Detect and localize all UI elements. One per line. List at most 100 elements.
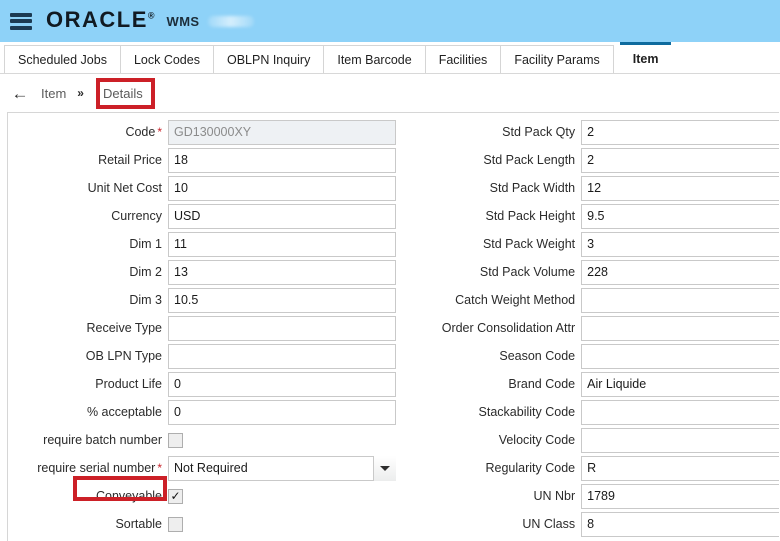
details-form-panel: Code*Retail PriceUnit Net CostCurrencyDi…	[7, 112, 779, 541]
field-label-dim-3: Dim 3	[8, 294, 168, 307]
input-un-class[interactable]	[581, 511, 779, 537]
tab-label: Facility Params	[514, 52, 600, 67]
label-text: Sortable	[115, 516, 162, 531]
input-std-pack-qty[interactable]	[581, 119, 779, 145]
form-row-retail-price: Retail Price	[8, 147, 398, 173]
input-regularity-code[interactable]	[581, 455, 779, 481]
form-row-unit-net-cost: Unit Net Cost	[8, 175, 398, 201]
field-label-dim-1: Dim 1	[8, 238, 168, 251]
input-catch-weight-method[interactable]	[581, 287, 779, 313]
form-row-dim-3: Dim 3	[8, 287, 398, 313]
label-text: Brand Code	[508, 376, 576, 391]
input-std-pack-weight[interactable]	[581, 231, 779, 257]
input-velocity-code[interactable]	[581, 427, 779, 453]
input-std-pack-volume[interactable]	[581, 259, 779, 285]
label-text: Dim 2	[129, 264, 162, 279]
field-label-sortable: Sortable	[8, 518, 168, 531]
checkbox-conveyable[interactable]: ✓	[168, 488, 183, 504]
tab-facility-params[interactable]: Facility Params	[501, 45, 614, 73]
field-label-std-pack-width: Std Pack Width	[401, 182, 581, 195]
input-brand-code[interactable]	[581, 371, 779, 397]
form-row-std-pack-length: Std Pack Length	[401, 147, 779, 173]
form-row-sortable: Sortable	[8, 511, 398, 537]
label-text: Currency	[111, 208, 162, 223]
form-row-conveyable: Conveyable ✓	[8, 483, 398, 509]
input-retail-price[interactable]	[168, 147, 396, 173]
form-row-catch-weight-method: Catch Weight Method	[401, 287, 779, 313]
input-un-nbr[interactable]	[581, 483, 779, 509]
input-acceptable[interactable]	[168, 399, 396, 425]
field-label-std-pack-length: Std Pack Length	[401, 154, 581, 167]
label-text: Std Pack Weight	[482, 236, 576, 251]
form-row-std-pack-qty: Std Pack Qty	[401, 119, 779, 145]
tab-label: Item	[632, 52, 659, 66]
breadcrumb-item-details[interactable]: Details	[98, 85, 148, 102]
input-std-pack-length[interactable]	[581, 147, 779, 173]
label-text: Unit Net Cost	[87, 180, 162, 195]
tab-item-barcode[interactable]: Item Barcode	[324, 45, 426, 73]
form-row-require-serial-number: require serial number * Not Required	[8, 455, 398, 481]
form-row-un-nbr: UN Nbr	[401, 483, 779, 509]
label-text: Dim 3	[129, 292, 162, 307]
label-text: require batch number	[43, 432, 162, 447]
field-label-unit-net-cost: Unit Net Cost	[8, 182, 168, 195]
field-label-currency: Currency	[8, 210, 168, 223]
tab-lock-codes[interactable]: Lock Codes	[120, 45, 214, 73]
checkbox-require-batch-number[interactable]	[168, 432, 183, 448]
form-row-require-batch-number: require batch number	[8, 427, 398, 453]
input-dim-3[interactable]	[168, 287, 396, 313]
hamburger-menu-icon[interactable]	[10, 12, 32, 30]
field-label-require-serial-number: require serial number *	[8, 462, 168, 475]
label-text: Catch Weight Method	[455, 292, 576, 307]
breadcrumb-item-item[interactable]: Item	[41, 86, 66, 101]
label-text: UN Class	[522, 516, 576, 531]
input-ob-lpn-type[interactable]	[168, 343, 396, 369]
field-label-season-code: Season Code	[401, 350, 581, 363]
back-arrow-icon[interactable]: ←	[10, 85, 30, 102]
tab-facilities[interactable]: Facilities	[425, 45, 502, 73]
select-require-serial-number[interactable]: Not Required	[168, 455, 396, 481]
label-text: UN Nbr	[533, 488, 576, 503]
tab-label: Scheduled Jobs	[18, 52, 107, 67]
chevron-down-icon[interactable]	[373, 455, 396, 481]
tab-label: OBLPN Inquiry	[226, 52, 311, 67]
field-label-conveyable: Conveyable	[8, 490, 168, 503]
input-std-pack-height[interactable]	[581, 203, 779, 229]
redacted-header-text	[207, 15, 254, 27]
form-row-acceptable: % acceptable	[8, 399, 398, 425]
label-text: Stackability Code	[478, 404, 576, 419]
input-stackability-code[interactable]	[581, 399, 779, 425]
oracle-logo[interactable]: ORACLE®	[46, 9, 155, 31]
input-unit-net-cost[interactable]	[168, 175, 396, 201]
input-currency[interactable]	[168, 203, 396, 229]
field-label-catch-weight-method: Catch Weight Method	[401, 294, 581, 307]
input-dim-2[interactable]	[168, 259, 396, 285]
field-label-acceptable: % acceptable	[8, 406, 168, 419]
form-row-currency: Currency	[8, 203, 398, 229]
form-row-std-pack-height: Std Pack Height	[401, 203, 779, 229]
field-label-dim-2: Dim 2	[8, 266, 168, 279]
tab-scheduled-jobs[interactable]: Scheduled Jobs	[4, 45, 121, 73]
required-marker-icon: *	[157, 124, 162, 139]
tab-oblpn-inquiry[interactable]: OBLPN Inquiry	[213, 45, 325, 73]
input-dim-1[interactable]	[168, 231, 396, 257]
tab-item[interactable]: Item	[619, 42, 672, 73]
label-text: Std Pack Height	[485, 208, 576, 223]
input-receive-type[interactable]	[168, 315, 396, 341]
field-label-std-pack-height: Std Pack Height	[401, 210, 581, 223]
input-order-consolidation-attr[interactable]	[581, 315, 779, 341]
hamburger-bar-2	[10, 19, 32, 23]
checkbox-sortable[interactable]	[168, 516, 183, 532]
form-row-dim-1: Dim 1	[8, 231, 398, 257]
tab-bar: Scheduled Jobs Lock Codes OBLPN Inquiry Ite…	[0, 42, 780, 74]
form-row-std-pack-weight: Std Pack Weight	[401, 231, 779, 257]
label-text: Velocity Code	[498, 432, 576, 447]
field-label-regularity-code: Regularity Code	[401, 462, 581, 475]
input-std-pack-width[interactable]	[581, 175, 779, 201]
field-label-std-pack-qty: Std Pack Qty	[401, 126, 581, 139]
input-season-code[interactable]	[581, 343, 779, 369]
field-label-require-batch-number: require batch number	[8, 434, 168, 447]
field-label-brand-code: Brand Code	[401, 378, 581, 391]
top-header-bar: ORACLE® WMS	[0, 0, 780, 42]
input-product-life[interactable]	[168, 371, 396, 397]
